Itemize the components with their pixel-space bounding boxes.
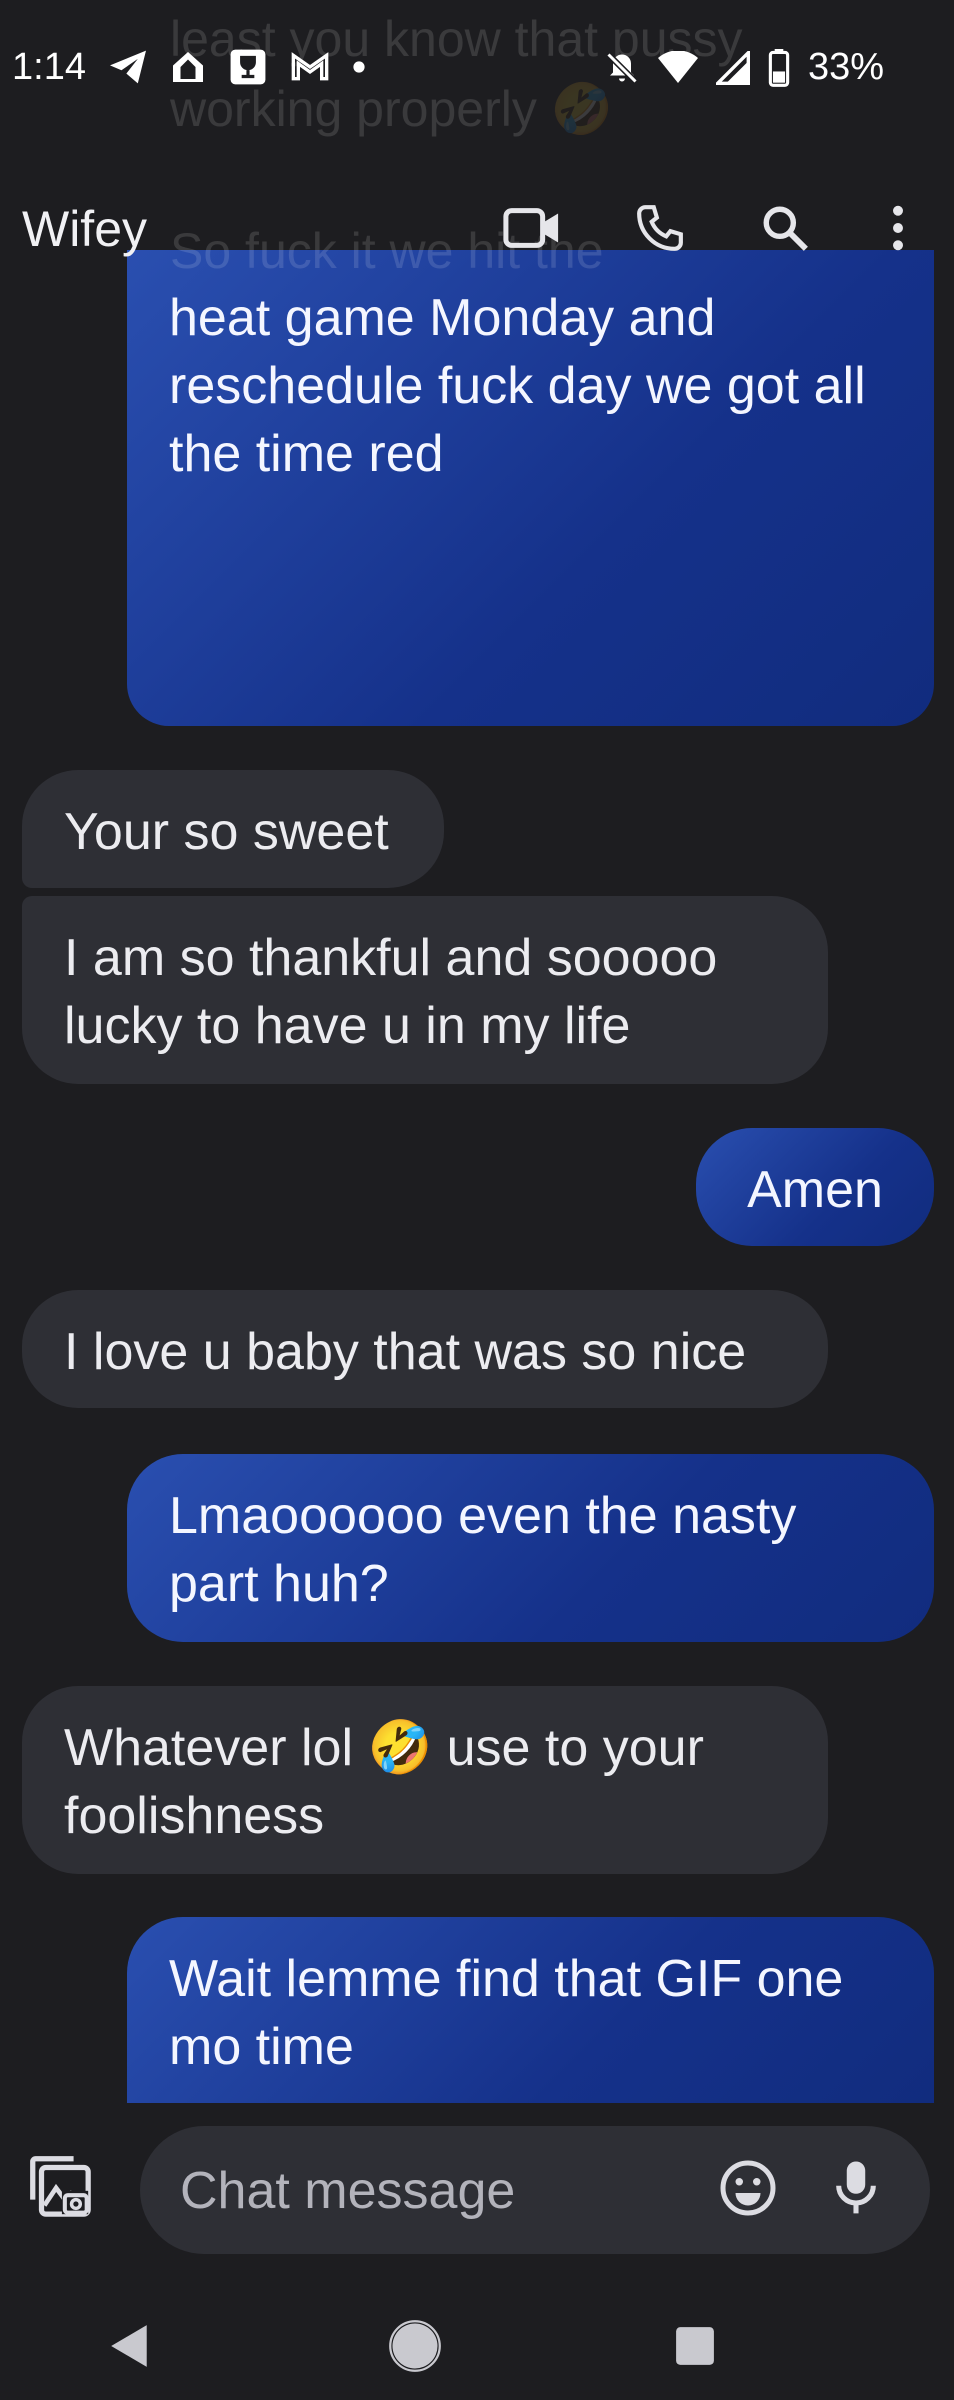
- dot-icon: [353, 61, 365, 73]
- outgoing-message[interactable]: Lmaoooooo even the nasty part huh?: [127, 1454, 934, 1642]
- outgoing-message[interactable]: Wait lemme find that GIF one mo time: [127, 1917, 934, 2103]
- incoming-message[interactable]: Whatever lol 🤣 use to your foolishness: [22, 1686, 828, 1874]
- more-vert-icon: [893, 205, 903, 251]
- battery-percent: 33%: [807, 46, 884, 88]
- wifi-icon: [657, 50, 698, 83]
- call-button[interactable]: [630, 198, 690, 258]
- home-circle-icon: [389, 2320, 441, 2372]
- video-call-button[interactable]: [502, 198, 562, 258]
- attach-media-icon: [30, 2156, 91, 2217]
- bell-off-icon: [606, 51, 638, 84]
- status-time: 1:14: [12, 46, 86, 88]
- system-status: 33%: [604, 46, 884, 89]
- telegram-icon: [110, 50, 146, 84]
- outgoing-message[interactable]: Amen: [696, 1128, 934, 1246]
- signal-icon: [715, 50, 750, 85]
- phone-icon: [637, 205, 683, 251]
- battery-icon: [768, 48, 790, 87]
- incoming-message[interactable]: Your so sweet: [22, 770, 444, 888]
- home-button[interactable]: [375, 2306, 455, 2386]
- home-icon: [173, 52, 203, 82]
- outgoing-message[interactable]: heat game Monday and reschedule fuck day…: [127, 250, 934, 726]
- voice-input-button[interactable]: [828, 2158, 892, 2222]
- status-bar: 1:14 33%: [0, 0, 954, 140]
- emoji-icon: [720, 2160, 776, 2216]
- recents-button[interactable]: [655, 2306, 735, 2386]
- gmail-icon: [291, 52, 329, 81]
- incoming-message[interactable]: I am so thankful and sooooo lucky to hav…: [22, 896, 828, 1084]
- chat-message-input[interactable]: [178, 2156, 702, 2226]
- compose-bar: [0, 2110, 954, 2260]
- navigation-bar: [0, 2290, 954, 2400]
- recents-icon: [676, 2327, 714, 2365]
- incoming-message[interactable]: I love u baby that was so nice: [22, 1290, 828, 1408]
- trophy-icon: [230, 49, 266, 85]
- search-icon: [763, 206, 808, 251]
- video-call-icon: [503, 208, 559, 248]
- message-input-container: [140, 2126, 930, 2254]
- conversation-title[interactable]: Wifey: [22, 200, 147, 258]
- more-options-button[interactable]: [868, 198, 928, 258]
- attach-media-button[interactable]: [24, 2150, 98, 2224]
- emoji-button[interactable]: [718, 2158, 782, 2222]
- search-button[interactable]: [755, 198, 815, 258]
- back-icon: [111, 2325, 147, 2367]
- notification-icons: [108, 48, 366, 86]
- back-button[interactable]: [90, 2306, 170, 2386]
- mic-icon: [836, 2161, 876, 2214]
- app-bar: least you know that pussy working proper…: [0, 11, 954, 312]
